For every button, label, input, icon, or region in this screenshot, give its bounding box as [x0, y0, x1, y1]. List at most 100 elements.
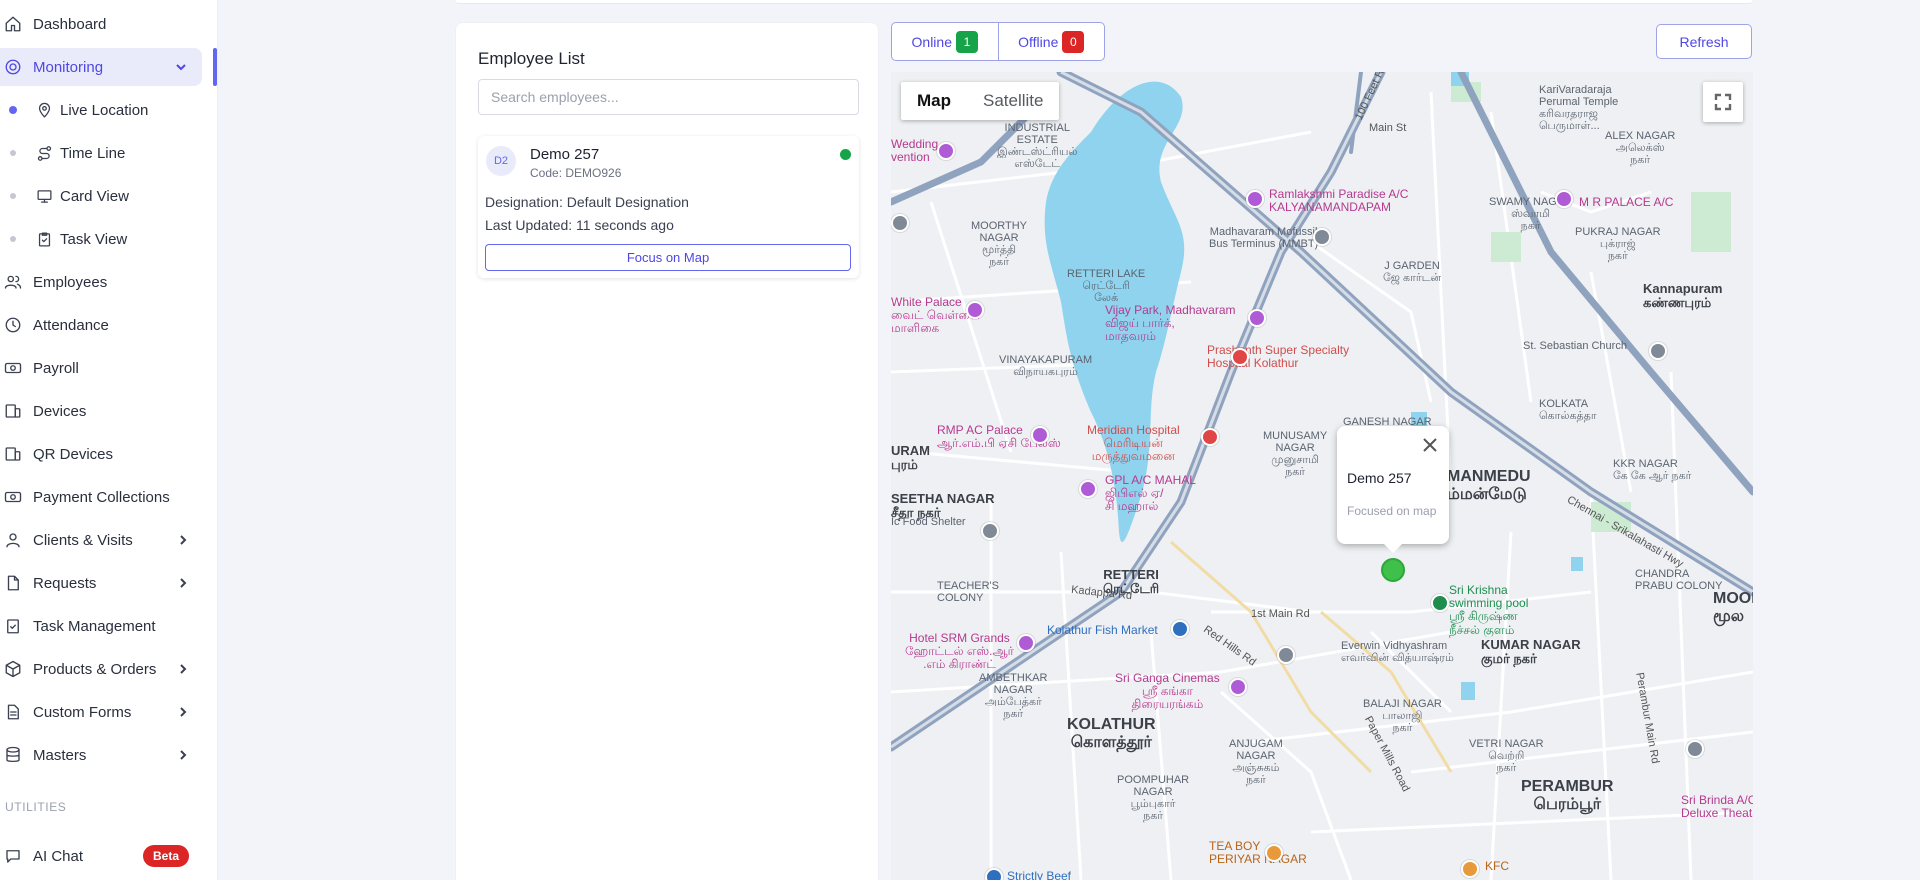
form-icon	[2, 701, 24, 723]
sidebar-item-employees[interactable]: Employees	[0, 263, 107, 301]
section-label-utilities: UTILITIES	[5, 800, 67, 814]
close-icon[interactable]	[1421, 436, 1439, 454]
map-label: CHANDRA PRABU COLONY	[1635, 568, 1723, 593]
poi-icon[interactable]	[1017, 634, 1035, 652]
sidebar-item-label: Requests	[33, 574, 97, 592]
map-label: Sri Ganga Cinemas ஸ்ரீ கங்கா திரையரங்கம்	[1115, 671, 1220, 712]
sidebar-item-requests[interactable]: Requests	[0, 564, 190, 602]
poi-icon[interactable]	[1555, 190, 1573, 208]
refresh-button[interactable]: Refresh	[1656, 24, 1752, 59]
employee-search-input[interactable]	[478, 79, 859, 115]
sidebar-item-label: QR Devices	[33, 445, 114, 463]
poi-icon[interactable]	[1079, 480, 1097, 498]
sidebar-item-payroll[interactable]: Payroll	[0, 349, 79, 387]
online-filter[interactable]: Online 1	[892, 23, 999, 60]
map-label: M R PALACE A/C	[1579, 195, 1674, 209]
sidebar-item-ai-chat[interactable]: AI Chat	[0, 837, 83, 875]
sidebar-subitem-label: Live Location	[60, 101, 149, 119]
sidebar-item-label: Attendance	[33, 316, 109, 334]
sidebar-item-task-management[interactable]: Task Management	[0, 607, 156, 645]
map-pin-icon	[34, 100, 54, 120]
monitoring-icon	[2, 56, 24, 78]
status-toggle: Online 1 Offline 0	[891, 22, 1105, 61]
poi-icon[interactable]	[1248, 309, 1266, 327]
map-type-control: Map Satellite	[901, 82, 1060, 120]
sidebar-item-custom-forms[interactable]: Custom Forms	[0, 693, 190, 731]
sidebar-item-label: Custom Forms	[33, 703, 132, 721]
sidebar-subitem-time-line[interactable]: Time Line	[0, 135, 125, 171]
route-icon	[34, 143, 54, 163]
popup-subtitle: Focused on map	[1347, 504, 1437, 518]
poi-icon[interactable]	[1313, 228, 1331, 246]
sidebar-item-devices[interactable]: Devices	[0, 392, 86, 430]
map-label: ANJUGAM NAGAR அஞ்சுகம் நகர்	[1229, 738, 1283, 787]
sidebar-item-label: Payment Collections	[33, 488, 170, 506]
offline-filter[interactable]: Offline 0	[999, 23, 1105, 60]
map-label: Prashanth Super Specialty Hospital Kolat…	[1207, 343, 1350, 371]
sidebar-item-monitoring[interactable]: Monitoring	[0, 48, 202, 86]
sidebar-item-label: Masters	[33, 746, 87, 764]
map-label: Hotel SRM Grands ஹோட்டல் எஸ்.ஆர் .எம் கி…	[905, 631, 1014, 672]
restaurant-icon[interactable]	[985, 868, 1003, 880]
employee-panel: Employee List D2 Demo 257 Code: DEMO926 …	[455, 22, 879, 880]
poi-icon[interactable]	[1686, 740, 1704, 758]
focus-on-map-button[interactable]: Focus on Map	[485, 244, 851, 271]
employee-location-marker[interactable]	[1381, 558, 1405, 582]
swimming-icon[interactable]	[1431, 594, 1449, 612]
map-label: KOLATHUR கொளத்தூர்	[1067, 716, 1156, 751]
map-view[interactable]: Map Satellite KariVaradaraja Perumal Tem…	[891, 72, 1753, 880]
poi-icon[interactable]	[981, 522, 999, 540]
cafe-icon[interactable]	[1265, 844, 1283, 862]
employee-card[interactable]: D2 Demo 257 Code: DEMO926 Designation: D…	[478, 136, 859, 278]
map-label: Madhavaram Mofussil Bus Terminus (MMBT)	[1209, 226, 1319, 251]
user-icon	[2, 529, 24, 551]
users-icon	[2, 271, 24, 293]
poi-icon[interactable]	[937, 142, 955, 160]
sidebar-item-masters[interactable]: Masters	[0, 736, 190, 774]
hospital-icon[interactable]	[1201, 428, 1219, 446]
poi-icon[interactable]	[1031, 426, 1049, 444]
fullscreen-button[interactable]	[1703, 82, 1743, 122]
market-icon[interactable]	[1171, 620, 1189, 638]
sidebar-item-products-orders[interactable]: Products & Orders	[0, 650, 190, 688]
map-label: Ic Food Shelter	[891, 516, 966, 528]
map-label: AMBETHKAR NAGAR அம்பேத்கர் நகர்	[979, 672, 1048, 721]
poi-icon[interactable]	[1229, 678, 1247, 696]
banknote-icon	[2, 357, 24, 379]
map-label: Everwin Vidhyashram எவர்வின் வித்யாஷ்ரம்	[1341, 640, 1454, 665]
poi-icon[interactable]	[966, 301, 984, 319]
avatar: D2	[486, 146, 516, 176]
tab-satellite[interactable]: Satellite	[967, 82, 1059, 120]
poi-icon[interactable]	[1649, 342, 1667, 360]
poi-icon[interactable]	[1277, 646, 1295, 664]
map-label: Main St	[1369, 122, 1407, 134]
map-label: Wedding vention	[891, 137, 939, 165]
file-icon	[2, 572, 24, 594]
tab-map[interactable]: Map	[901, 82, 967, 120]
map-label: TEACHER'S COLONY	[937, 580, 999, 605]
map-label: MOORTHY NAGAR மூர்த்தி நகர்	[971, 220, 1028, 269]
sidebar-subitem-card-view[interactable]: Card View	[0, 178, 129, 214]
employee-name: Demo 257	[530, 146, 600, 163]
map-label: MOOL மூல	[1713, 590, 1753, 625]
online-count-badge: 1	[955, 30, 978, 53]
poi-icon[interactable]	[891, 214, 909, 232]
inactive-dot	[10, 150, 16, 156]
map-label: MUNUSAMY NAGAR முனுசாமி நகர்	[1263, 430, 1328, 479]
sidebar-item-label: Devices	[33, 402, 87, 420]
map-label: KUMAR NAGAR குமர் நகர்	[1481, 637, 1581, 667]
sidebar-item-clients-visits[interactable]: Clients & Visits	[0, 521, 190, 559]
map-label: MANMEDU ம்மன்மேடு	[1447, 468, 1531, 503]
sidebar-item-dashboard[interactable]: Dashboard	[0, 5, 106, 43]
sidebar-item-attendance[interactable]: Attendance	[0, 306, 109, 344]
sidebar-item-qr-devices[interactable]: QR Devices	[0, 435, 113, 473]
poi-icon[interactable]	[1246, 190, 1264, 208]
map-label: KKR NAGAR கே கே ஆர் நகர்	[1613, 458, 1692, 483]
map-label: Kannapuram கண்ணபுரம்	[1643, 281, 1723, 311]
restaurant-icon[interactable]	[1461, 860, 1479, 878]
sidebar-subitem-live-location[interactable]: Live Location	[0, 92, 148, 128]
hospital-icon[interactable]	[1231, 348, 1249, 366]
map-label: PUKRAJ NAGAR புக்ராஜ் நகர்	[1575, 226, 1661, 263]
sidebar-item-payment-collections[interactable]: Payment Collections	[0, 478, 170, 516]
sidebar-subitem-task-view[interactable]: Task View	[0, 221, 127, 257]
